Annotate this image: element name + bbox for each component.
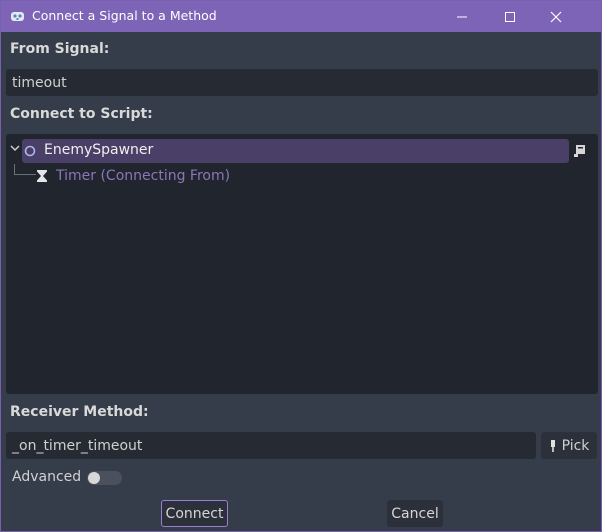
tree-item-label: EnemySpawner	[44, 142, 154, 158]
godot-app-icon	[11, 12, 24, 21]
cancel-button[interactable]: Cancel	[387, 500, 443, 527]
chevron-down-icon[interactable]	[10, 144, 20, 152]
from-signal-label: From Signal:	[10, 41, 110, 57]
advanced-label: Advanced	[12, 469, 82, 485]
from-signal-field[interactable]: timeout	[6, 69, 598, 96]
tree-item-label: Timer (Connecting From)	[56, 168, 231, 184]
window-title: Connect a Signal to a Method	[32, 8, 217, 23]
receiver-method-input[interactable]: _on_timer_timeout	[6, 432, 536, 459]
toggle-knob	[88, 472, 100, 484]
maximize-icon	[505, 11, 515, 22]
eyedropper-icon	[550, 439, 555, 452]
connect-button[interactable]: Connect	[161, 500, 228, 527]
receiver-method-value: _on_timer_timeout	[12, 437, 143, 454]
node-circle-icon	[24, 145, 36, 157]
connect-to-script-label: Connect to Script:	[10, 106, 153, 122]
minimize-icon	[457, 16, 467, 17]
advanced-toggle[interactable]	[87, 471, 122, 485]
cancel-button-label: Cancel	[391, 505, 439, 522]
pick-button[interactable]: Pick	[541, 432, 597, 459]
pick-button-label: Pick	[561, 437, 590, 454]
tree-connector-line	[14, 164, 36, 175]
hourglass-icon	[37, 170, 47, 182]
title-bar[interactable]: Connect a Signal to a Method	[1, 1, 601, 32]
from-signal-value: timeout	[12, 74, 67, 91]
close-button[interactable]	[533, 1, 579, 32]
maximize-button[interactable]	[487, 1, 533, 32]
scene-tree[interactable]: EnemySpawner Timer (Connecting From)	[6, 134, 598, 394]
close-icon	[550, 11, 562, 22]
receiver-method-label: Receiver Method:	[10, 404, 149, 420]
minimize-button[interactable]	[439, 1, 485, 32]
connect-signal-dialog: Connect a Signal to a Method From Signal…	[0, 0, 602, 532]
script-icon[interactable]	[572, 142, 588, 160]
connect-button-label: Connect	[165, 505, 224, 522]
